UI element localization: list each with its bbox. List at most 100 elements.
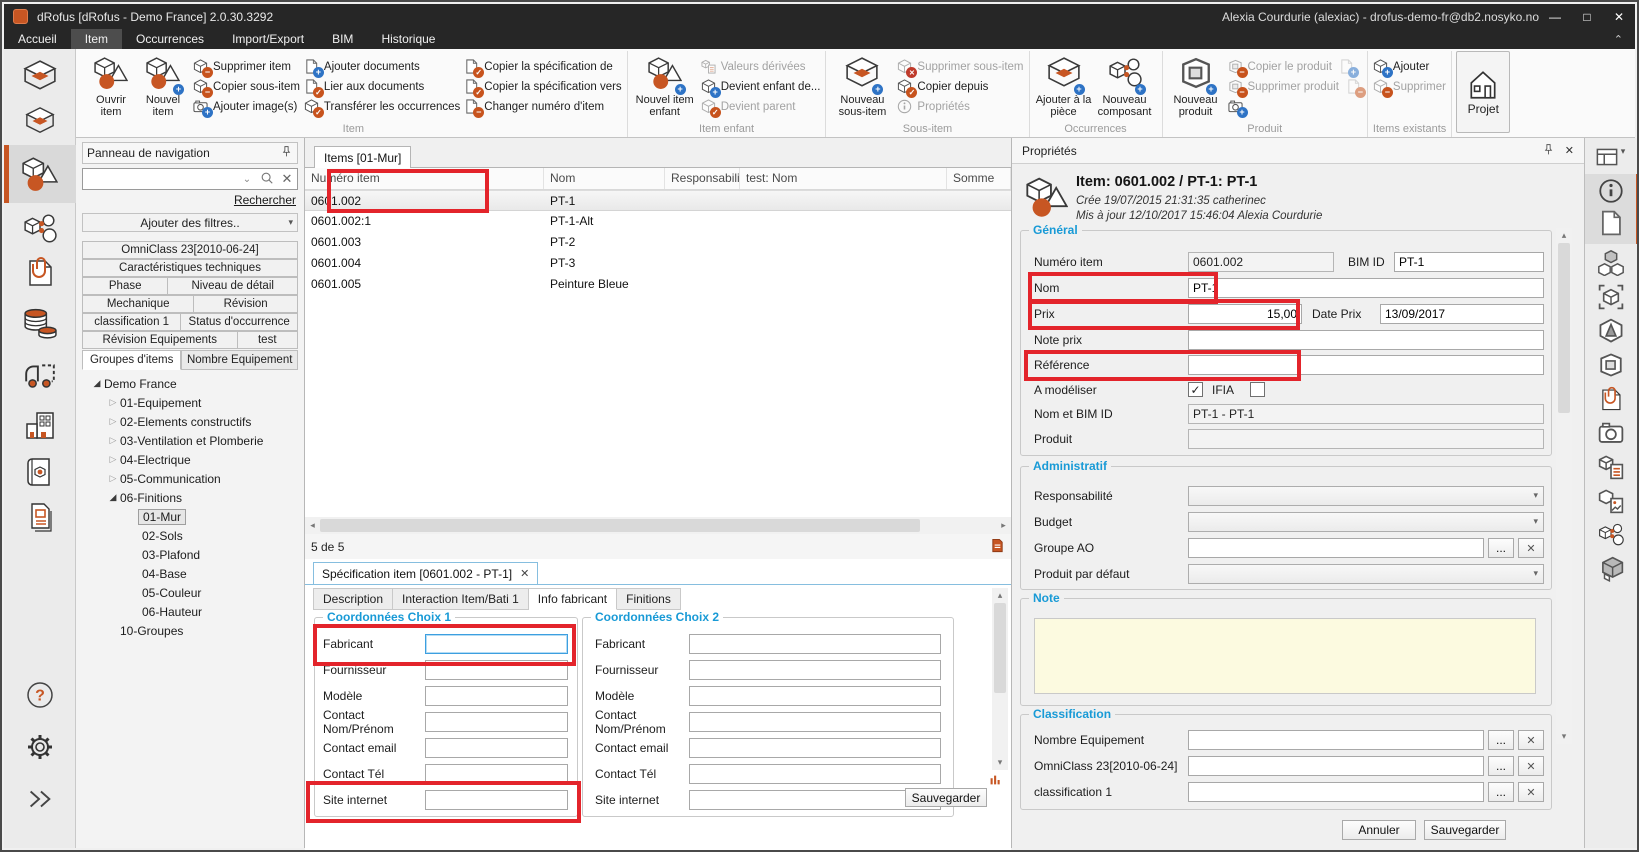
menu-tab-import-export[interactable]: Import/Export	[218, 29, 318, 49]
add-filters-button[interactable]: Ajouter des filtres..▾	[82, 213, 298, 232]
copy-from-button[interactable]: Copier depuis	[897, 77, 1023, 97]
dock-product-icon[interactable]	[1585, 352, 1636, 378]
nombre-equipement-browse-button[interactable]: ...	[1488, 730, 1514, 750]
pin-panel-icon[interactable]	[280, 145, 293, 161]
properties-cancel-button[interactable]: Annuler	[1342, 820, 1416, 840]
collapse-ribbon-icon[interactable]: ⌃	[1602, 29, 1635, 49]
search-input[interactable]	[83, 170, 237, 188]
change-item-number-button[interactable]: Changer numéro d'item	[464, 97, 621, 117]
contact-email-input-choix1[interactable]	[425, 738, 568, 758]
menu-tab-item[interactable]: Item	[71, 29, 122, 49]
classification1-input[interactable]	[1188, 782, 1484, 802]
existing-items-add-button[interactable]: Ajouter	[1373, 57, 1446, 77]
scrollbar-thumb[interactable]	[320, 519, 920, 532]
table-row[interactable]: 0601.003PT-2	[305, 232, 1011, 253]
tree-node-01-mur[interactable]: 01-Mur	[82, 507, 298, 526]
sidebar-building-icon[interactable]	[4, 409, 76, 441]
close-specification-tab-icon[interactable]: ✕	[520, 567, 529, 580]
tree-node-04-base[interactable]: 04-Base	[82, 564, 298, 583]
scroll-right-icon[interactable]: ▸	[996, 520, 1011, 531]
delete-item-button[interactable]: Supprimer item	[193, 57, 300, 77]
contact-tel-input-choix2[interactable]	[689, 764, 941, 784]
add-to-room-button[interactable]: Ajouter à la pièce	[1035, 53, 1093, 118]
sidebar-items-selected[interactable]	[4, 145, 76, 203]
modele-input-choix1[interactable]	[425, 686, 568, 706]
sub-item-properties-button[interactable]: Propriétés	[897, 97, 1023, 117]
new-child-item-button[interactable]: Nouvel item enfant	[633, 53, 697, 118]
groupe-ao-browse-button[interactable]: ...	[1488, 538, 1514, 558]
search-icon[interactable]	[257, 171, 277, 188]
close-properties-icon[interactable]: ✕	[1565, 144, 1574, 157]
dock-components-icon[interactable]	[1585, 522, 1636, 548]
scroll-up-icon[interactable]: ▴	[998, 588, 1003, 603]
sidebar-rooms-icon[interactable]	[4, 59, 76, 93]
transfer-occurrences-button[interactable]: Transférer les occurrences	[304, 97, 460, 117]
project-button[interactable]: Projet	[1456, 51, 1510, 133]
column-nom[interactable]: Nom	[544, 168, 665, 189]
groupe-ao-clear-icon[interactable]: ✕	[1518, 538, 1544, 558]
tree-node-01-equipement[interactable]: ▷01-Equipement	[82, 393, 298, 412]
tree-node-02-sols[interactable]: 02-Sols	[82, 526, 298, 545]
becomes-child-of-button[interactable]: Devient enfant de...	[701, 77, 821, 97]
table-row[interactable]: 0601.004PT-3	[305, 253, 1011, 274]
becomes-parent-button[interactable]: Devient parent	[701, 97, 821, 117]
close-button[interactable]: ✕	[1603, 4, 1635, 29]
items-tab[interactable]: Items [01-Mur]	[314, 146, 411, 168]
tree-node-03-plafond[interactable]: 03-Plafond	[82, 545, 298, 564]
budget-select[interactable]	[1188, 512, 1544, 532]
site-internet-input-choix1[interactable]	[425, 790, 568, 810]
ifia-checkbox[interactable]	[1250, 382, 1265, 397]
pin-properties-icon[interactable]	[1542, 143, 1555, 159]
delete-sub-item-button[interactable]: Supprimer sous-item	[897, 57, 1023, 77]
filter-omniclass-button[interactable]: OmniClass 23[2010-06-24]	[82, 241, 298, 259]
filter-phase-button[interactable]: Phase	[82, 277, 168, 295]
tab-groupes-items[interactable]: Groupes d'items	[82, 350, 181, 370]
site-internet-input-choix2[interactable]	[689, 790, 941, 810]
column-numero-item[interactable]: Numéro item	[305, 168, 544, 189]
groupe-ao-input[interactable]	[1188, 538, 1484, 558]
responsabilite-select[interactable]	[1188, 486, 1544, 506]
scroll-left-icon[interactable]: ◂	[305, 520, 320, 531]
classification1-clear-icon[interactable]: ✕	[1518, 782, 1544, 802]
copy-product-button[interactable]: Copier le produit	[1228, 57, 1362, 77]
new-sub-item-button[interactable]: Nouveau sous-item	[831, 53, 893, 118]
derived-values-button[interactable]: Valeurs dérivées	[701, 57, 821, 77]
product-add-document-icon-button[interactable]	[1339, 59, 1355, 75]
sidebar-documents-icon[interactable]	[4, 256, 76, 288]
tree-node-05-couleur[interactable]: 05-Couleur	[82, 583, 298, 602]
menu-tab-accueil[interactable]: Accueil	[4, 29, 71, 49]
nombre-equipement-clear-icon[interactable]: ✕	[1518, 730, 1544, 750]
layout-switch-icon[interactable]: ▾	[1585, 146, 1636, 168]
sidebar-catalog-icon[interactable]	[4, 456, 76, 488]
a-modeliser-checkbox[interactable]: ✓	[1188, 382, 1203, 397]
tree-node-06-finitions[interactable]: ◢06-Finitions	[82, 488, 298, 507]
scroll-down-icon[interactable]: ▾	[998, 755, 1003, 770]
product-add-image-button[interactable]	[1228, 97, 1362, 117]
link-documents-button[interactable]: Lier aux documents	[304, 77, 460, 97]
search-dropdown-icon[interactable]: ⌄	[237, 174, 257, 185]
fournisseur-input-choix2[interactable]	[689, 660, 941, 680]
sidebar-reports-icon[interactable]	[4, 502, 76, 534]
delete-product-button[interactable]: Supprimer produit	[1228, 77, 1362, 97]
copy-spec-to-button[interactable]: Copier la spécification vers	[464, 77, 621, 97]
nom-bim-input[interactable]	[1188, 404, 1544, 424]
specification-save-button[interactable]: Sauvegarder	[905, 788, 987, 807]
bim-id-input[interactable]	[1394, 252, 1544, 272]
dock-documents-icon[interactable]	[1585, 386, 1636, 412]
nombre-equipement-input[interactable]	[1188, 730, 1484, 750]
tree-node-03-ventilation[interactable]: ▷03-Ventilation et Plomberie	[82, 431, 298, 450]
omniclass-clear-icon[interactable]: ✕	[1518, 756, 1544, 776]
tree-node-05-communication[interactable]: ▷05-Communication	[82, 469, 298, 488]
column-test-nom[interactable]: test: Nom	[740, 168, 947, 189]
sidebar-room-function-icon[interactable]	[4, 106, 76, 136]
fabricant-input-choix2[interactable]	[689, 634, 941, 654]
open-item-button[interactable]: Ouvrir item	[85, 53, 137, 118]
subtab-interaction-item-bati[interactable]: Interaction Item/Bati 1	[393, 588, 529, 610]
menu-tab-bim[interactable]: BIM	[318, 29, 367, 49]
settings-gear-icon[interactable]	[4, 731, 76, 763]
contact-nom-input-choix1[interactable]	[425, 712, 568, 732]
omniclass-browse-button[interactable]: ...	[1488, 756, 1514, 776]
column-somme[interactable]: Somme	[947, 168, 1011, 189]
table-row[interactable]: 0601.002PT-1	[305, 190, 1011, 211]
existing-items-remove-button[interactable]: Supprimer	[1373, 77, 1446, 97]
